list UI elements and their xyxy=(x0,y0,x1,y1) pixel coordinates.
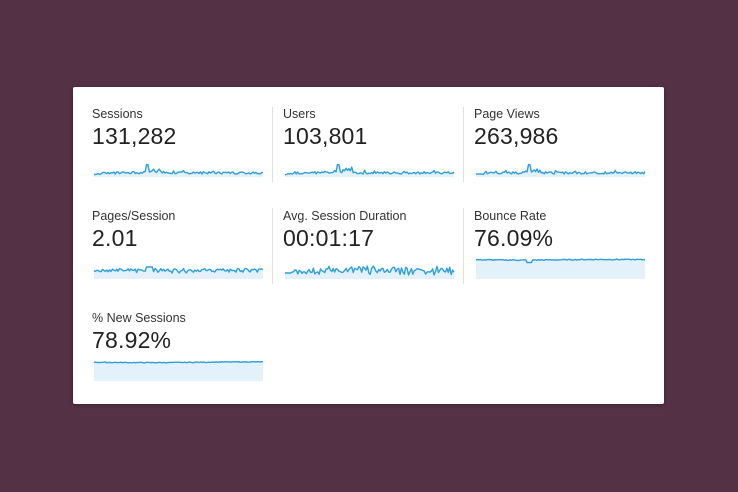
metric-label: % New Sessions xyxy=(92,311,186,325)
sparkline-new-sessions xyxy=(93,360,263,381)
metric-page-views[interactable]: Page Views 263,986 xyxy=(474,107,646,183)
divider xyxy=(463,107,464,182)
sparkline-area xyxy=(285,164,454,177)
metric-sessions[interactable]: Sessions 131,282 xyxy=(92,107,264,183)
metric-label: Avg. Session Duration xyxy=(283,209,407,223)
sparkline-area xyxy=(476,164,645,177)
metric-avg-session-duration[interactable]: Avg. Session Duration 00:01:17 xyxy=(283,209,455,285)
metric-value: 2.01 xyxy=(92,225,138,251)
sparkline-area xyxy=(476,259,645,279)
metric-users[interactable]: Users 103,801 xyxy=(283,107,455,183)
metric-label: Page Views xyxy=(474,107,540,121)
metric-value: 263,986 xyxy=(474,123,559,149)
metric-label: Pages/Session xyxy=(92,209,176,223)
metric-value: 78.92% xyxy=(92,327,172,353)
metric-value: 131,282 xyxy=(92,123,177,149)
sparkline-sessions xyxy=(93,163,264,177)
divider xyxy=(272,107,273,182)
metric-label: Bounce Rate xyxy=(474,209,547,223)
metrics-card: Sessions 131,282 Users 103,801 Page View… xyxy=(73,87,664,404)
sparkline-avg-session-duration xyxy=(285,265,455,279)
sparkline-bounce-rate xyxy=(475,258,646,279)
metric-value: 00:01:17 xyxy=(283,225,375,251)
metric-pages-per-session[interactable]: Pages/Session 2.01 xyxy=(92,209,264,285)
sparkline-line xyxy=(284,163,455,176)
metric-value: 76.09% xyxy=(474,225,554,251)
metric-new-sessions[interactable]: % New Sessions 78.92% xyxy=(92,311,264,387)
metric-label: Sessions xyxy=(92,107,143,121)
sparkline-area xyxy=(94,164,263,177)
divider xyxy=(272,208,273,284)
metric-bounce-rate[interactable]: Bounce Rate 76.09% xyxy=(474,209,646,285)
sparkline-page-views xyxy=(475,163,646,177)
divider xyxy=(463,208,464,284)
sparkline-area xyxy=(94,361,263,381)
sparkline-users xyxy=(284,163,455,177)
sparkline-pages-per-session xyxy=(93,266,264,279)
metric-label: Users xyxy=(283,107,316,121)
metric-value: 103,801 xyxy=(283,123,368,149)
sparkline-line xyxy=(475,163,646,176)
